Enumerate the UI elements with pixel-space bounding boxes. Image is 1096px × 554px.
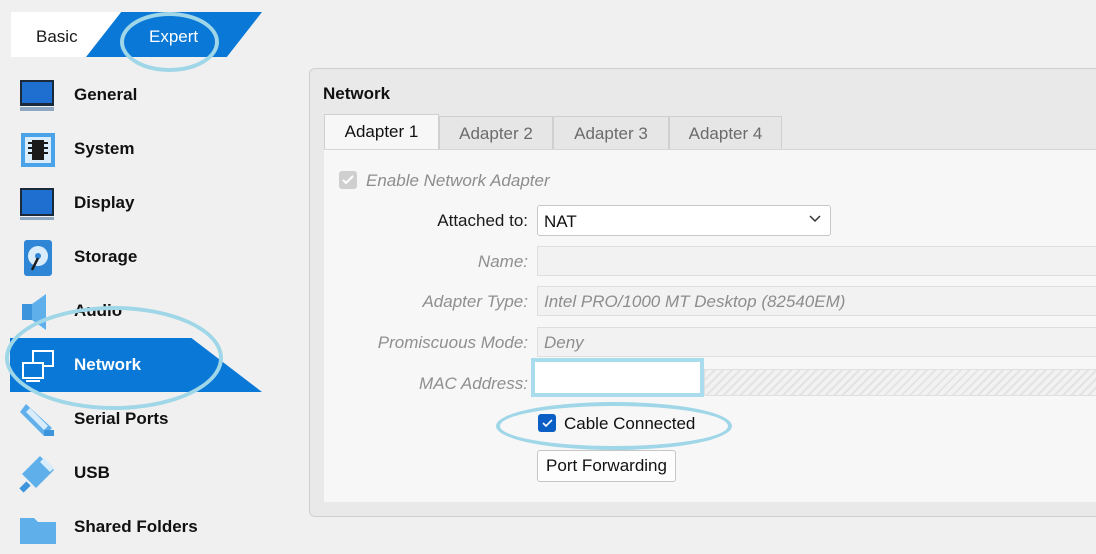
sidebar-item-label: Serial Ports bbox=[74, 409, 169, 428]
chip-icon bbox=[21, 133, 55, 167]
attached-to-value: NAT bbox=[544, 212, 577, 231]
sidebar-item-label: System bbox=[74, 139, 135, 158]
sidebar-item-storage[interactable]: Storage bbox=[0, 230, 270, 284]
mac-address-input[interactable] bbox=[531, 358, 704, 397]
adapter-type-field[interactable]: Intel PRO/1000 MT Desktop (82540EM) bbox=[537, 286, 1096, 316]
attached-to-select[interactable]: NAT bbox=[537, 205, 831, 236]
mac-address-field-disabled bbox=[704, 369, 1096, 396]
tab-adapter-1[interactable]: Adapter 1 bbox=[324, 114, 439, 150]
sidebar-item-general[interactable]: General bbox=[0, 68, 270, 122]
page-title: Network bbox=[323, 84, 391, 103]
adapter-tab-content bbox=[324, 149, 1096, 502]
sidebar-item-usb[interactable]: USB bbox=[0, 446, 270, 500]
enable-adapter-label: Enable Network Adapter bbox=[366, 171, 550, 190]
promiscuous-mode-value: Deny bbox=[544, 333, 584, 352]
chevron-down-icon bbox=[809, 215, 821, 223]
port-forwarding-button[interactable]: Port Forwarding bbox=[537, 450, 676, 482]
sidebar-item-label: Shared Folders bbox=[74, 517, 198, 536]
enable-adapter-checkbox[interactable] bbox=[339, 171, 357, 189]
settings-sidebar: General System Display Storage Audio Net… bbox=[0, 68, 270, 544]
sidebar-item-display[interactable]: Display bbox=[0, 176, 270, 230]
tab-adapter-2[interactable]: Adapter 2 bbox=[439, 116, 553, 150]
disk-icon bbox=[24, 240, 52, 276]
serial-port-icon bbox=[20, 404, 54, 436]
network-item-annotation-ring bbox=[5, 306, 223, 410]
tab-adapter-4[interactable]: Adapter 4 bbox=[669, 116, 782, 150]
adapter-type-label: Adapter Type: bbox=[422, 292, 528, 311]
sidebar-item-label: USB bbox=[74, 463, 110, 482]
check-icon bbox=[342, 175, 354, 185]
cable-connected-annotation-ring bbox=[496, 402, 732, 450]
sidebar-item-system[interactable]: System bbox=[0, 122, 270, 176]
promiscuous-mode-label: Promiscuous Mode: bbox=[377, 333, 528, 352]
promiscuous-mode-field[interactable]: Deny bbox=[537, 327, 1096, 357]
name-label: Name: bbox=[477, 252, 528, 271]
sidebar-item-label: General bbox=[74, 85, 138, 104]
sidebar-item-shared-folders[interactable]: Shared Folders bbox=[0, 500, 270, 554]
sidebar-item-label: Storage bbox=[74, 247, 138, 266]
sidebar-item-label: Display bbox=[74, 193, 135, 212]
folder-icon bbox=[20, 518, 56, 544]
monitor-icon bbox=[20, 80, 54, 111]
display-icon bbox=[20, 188, 54, 220]
attached-to-label: Attached to: bbox=[437, 211, 528, 230]
usb-icon bbox=[19, 456, 54, 493]
tab-adapter-3[interactable]: Adapter 3 bbox=[553, 116, 669, 150]
expert-tab-annotation-ring bbox=[120, 12, 219, 72]
mac-address-label: MAC Address: bbox=[419, 374, 528, 393]
adapter-type-value: Intel PRO/1000 MT Desktop (82540EM) bbox=[544, 292, 846, 311]
name-field[interactable] bbox=[537, 246, 1096, 276]
basic-mode-label[interactable]: Basic bbox=[36, 27, 78, 47]
